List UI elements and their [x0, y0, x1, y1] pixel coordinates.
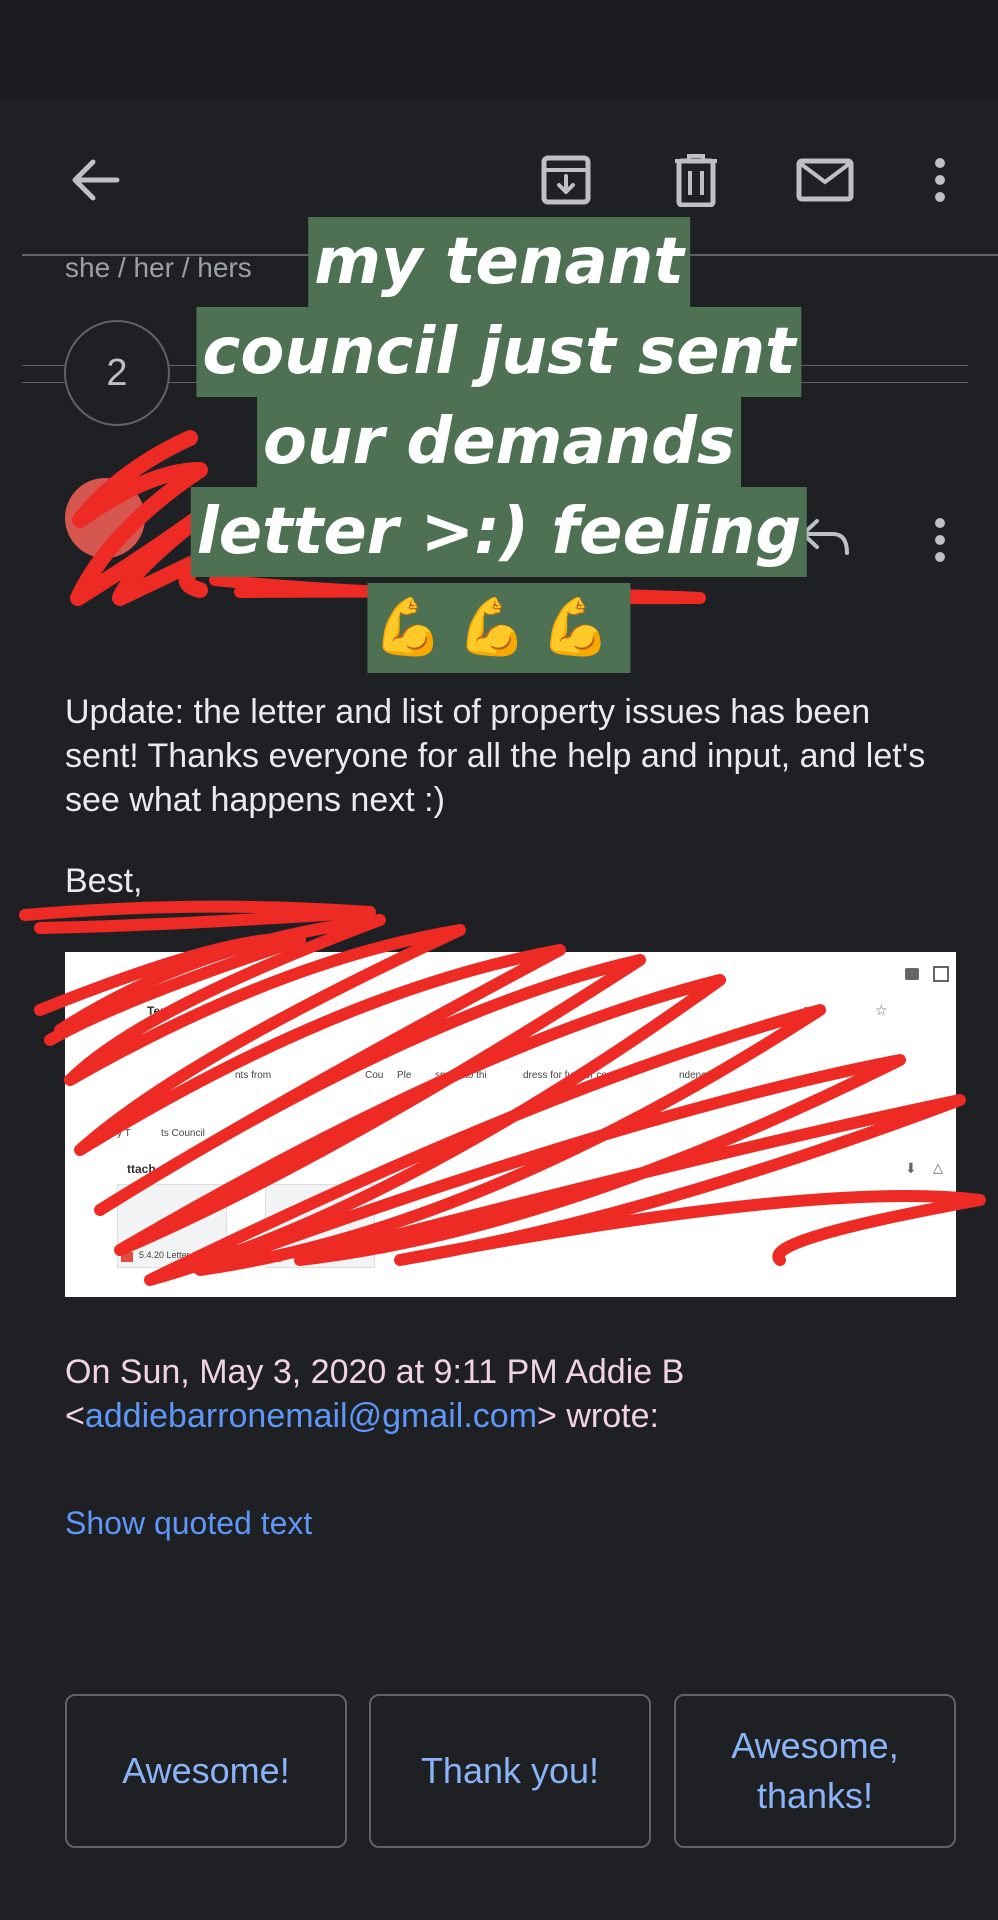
collapsed-messages-count[interactable]: 2	[64, 320, 170, 426]
attachment-fragment: Cou	[365, 1070, 384, 1081]
attachment-fragment: ts Council	[161, 1128, 205, 1139]
smart-reply-awesome[interactable]: Awesome!	[65, 1694, 347, 1848]
attachment-fragment: nts from	[235, 1070, 272, 1081]
attachment-fragment: ndence	[679, 1070, 712, 1081]
reply-icon	[801, 519, 849, 555]
smart-reply-thank-you[interactable]: Thank you!	[369, 1694, 651, 1848]
attachment-fragment: spond to thi	[435, 1070, 487, 1081]
quote-header-suffix: > wrote:	[537, 1397, 659, 1435]
attachment-image: Tena ago) ☆ nts from Cou Ple spond to th…	[65, 952, 956, 1297]
attachment-file-badge	[121, 1252, 133, 1262]
attachment-star-icon: ☆	[875, 1002, 888, 1018]
mark-unread-button[interactable]	[792, 150, 858, 210]
back-button[interactable]	[60, 150, 130, 210]
attachment-drive-icon: △	[933, 1160, 943, 1175]
attachment-fragment: Tena	[147, 1004, 175, 1018]
message-body: Update: the letter and list of property …	[65, 693, 926, 819]
attachment-fragment: y T	[117, 1128, 131, 1139]
more-vert-icon	[935, 158, 945, 202]
attachment-fragment: ago)	[803, 1004, 826, 1016]
attachment-open-icon	[933, 966, 949, 982]
more-vert-icon	[935, 518, 945, 562]
overlay-caption-line: letter >:) feeling	[190, 487, 808, 577]
archive-icon	[541, 155, 591, 205]
delete-button[interactable]	[666, 150, 726, 210]
attachment-fragment: Ple	[397, 1070, 412, 1081]
show-quoted-text-link[interactable]: Show quoted text	[65, 1505, 312, 1542]
trash-icon	[675, 154, 717, 207]
overlay-emoji-line: 💪💪💪	[367, 583, 631, 673]
avatar	[65, 478, 145, 558]
arrow-left-icon	[72, 159, 120, 201]
sign-off: Best,	[65, 862, 143, 900]
mail-icon	[796, 158, 854, 202]
attachment-fragment: ttach	[127, 1162, 156, 1176]
smart-reply-awesome-thanks[interactable]: Awesome, thanks!	[674, 1694, 956, 1848]
attachment-thumb	[265, 1184, 375, 1268]
archive-button[interactable]	[536, 150, 596, 210]
overlay-caption-line: our demands	[257, 397, 741, 487]
more-options-button[interactable]	[920, 150, 960, 210]
attachment-file-name: 5.4.20 Letter to Ms...	[139, 1250, 222, 1260]
status-bar-area	[0, 0, 998, 100]
attachment-print-icon	[905, 968, 919, 980]
quote-header: On Sun, May 3, 2020 at 9:11 PM Addie B <…	[65, 1350, 945, 1438]
attachment-file-badge	[269, 1252, 281, 1262]
attachment-fragment: dress for further cor	[523, 1070, 611, 1081]
signature-scribble	[19, 900, 376, 934]
overlay-caption-line: my tenant	[308, 217, 690, 307]
pronouns-text: she / her / hers	[65, 252, 252, 283]
message-more-button[interactable]	[920, 512, 960, 568]
sender-email-link[interactable]: addiebarronemail@gmail.com	[85, 1397, 537, 1435]
overlay-caption-line: council just sent	[196, 307, 802, 397]
attachment-file-name: Ou	[287, 1250, 300, 1260]
attachment-download-icon: ⬇	[905, 1160, 917, 1176]
